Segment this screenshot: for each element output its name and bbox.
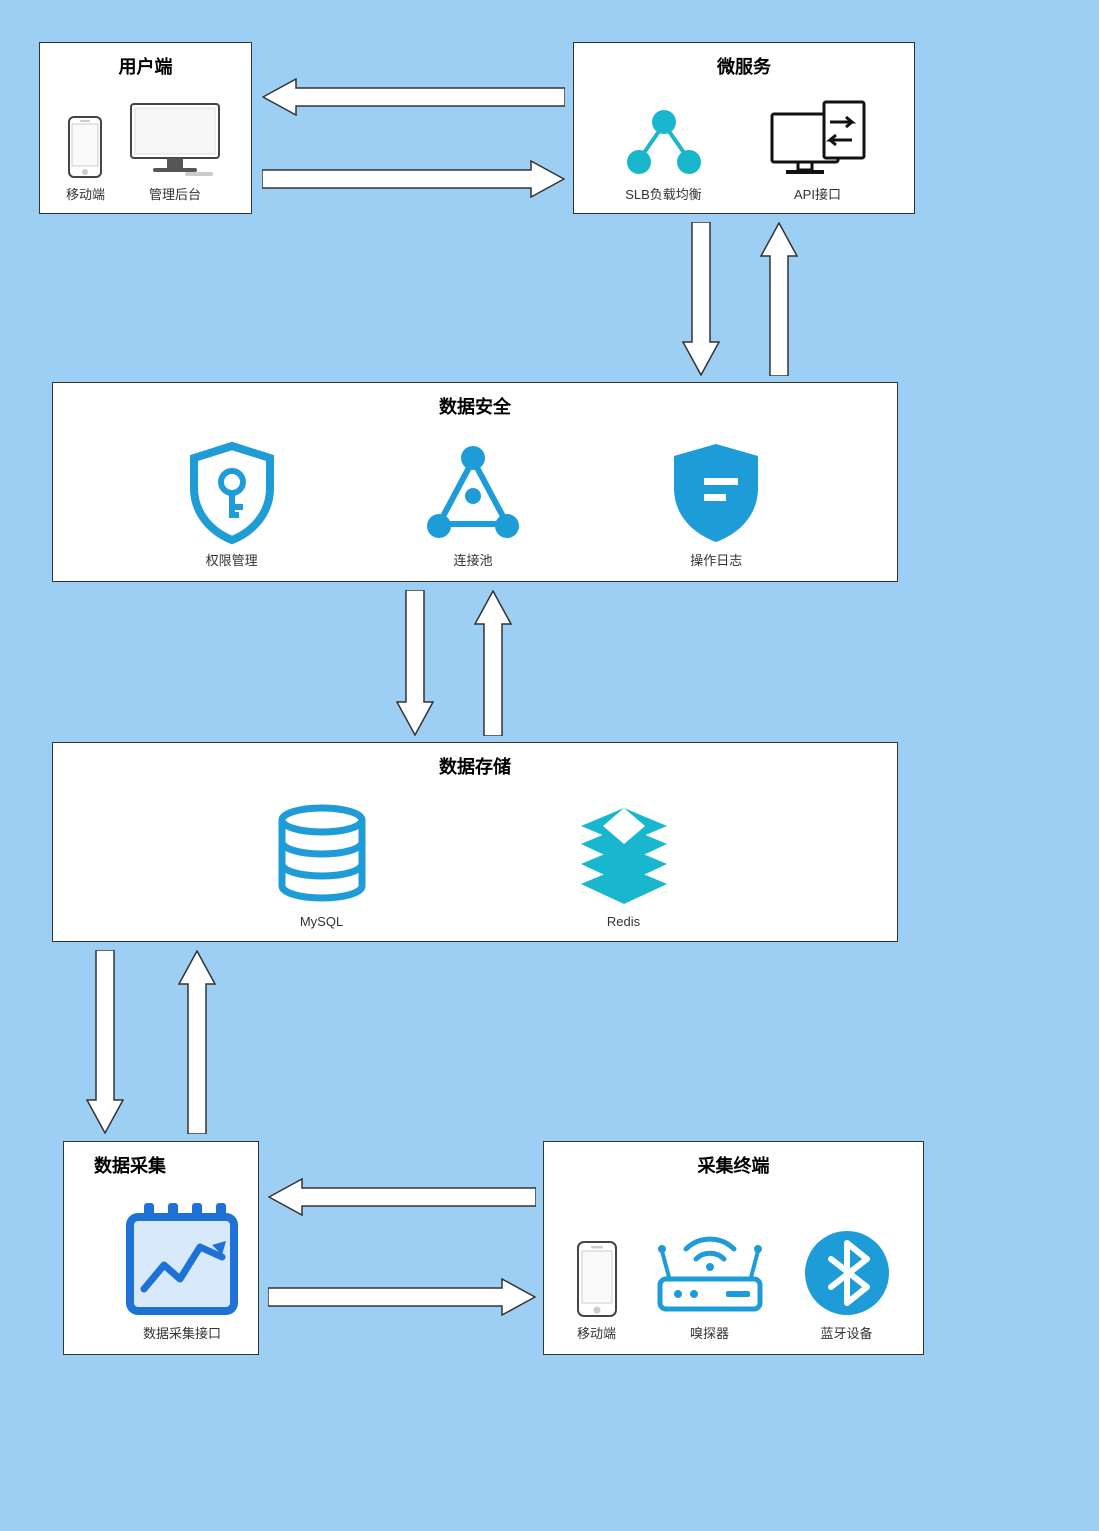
shield-key-icon (184, 440, 280, 544)
redis-icon (569, 804, 679, 908)
desktop-icon (125, 100, 225, 178)
loadbalancer-icon (621, 106, 707, 178)
security-item-pool: 连接池 (421, 440, 525, 569)
phone-icon (68, 116, 102, 178)
client-item-mobile: 移动端 (66, 116, 105, 203)
security-title: 数据安全 (53, 383, 897, 423)
collect-api-icon (122, 1199, 242, 1317)
arrow-collect-to-terminal (268, 1278, 536, 1316)
security-item-permission: 权限管理 (184, 440, 280, 569)
microservice-box: 微服务 SLB负载均衡 API接口 (573, 42, 915, 214)
security-item-log-label: 操作日志 (666, 550, 766, 569)
terminal-title: 采集终端 (544, 1142, 923, 1182)
client-item-admin: 管理后台 (125, 100, 225, 203)
phone-icon (577, 1241, 617, 1317)
router-icon (650, 1221, 770, 1317)
arrow-client-to-microservice (262, 160, 565, 198)
terminal-box: 采集终端 移动端 (543, 1141, 924, 1355)
microservice-title: 微服务 (574, 43, 914, 83)
terminal-item-mobile: 移动端 (577, 1241, 617, 1342)
arrow-collect-to-storage (178, 950, 216, 1134)
microservice-item-slb: SLB负载均衡 (621, 106, 707, 203)
microservice-item-slb-label: SLB负载均衡 (621, 184, 707, 203)
terminal-item-mobile-label: 移动端 (577, 1323, 617, 1342)
terminal-item-bluetooth-label: 蓝牙设备 (803, 1323, 891, 1342)
connection-pool-icon (421, 440, 525, 544)
bluetooth-icon (803, 1229, 891, 1317)
collect-box: 数据采集 数据采集接口 (63, 1141, 259, 1355)
arrow-microservice-to-client (262, 78, 565, 116)
arrow-storage-to-security (474, 590, 512, 736)
collect-item-api: 数据采集接口 (122, 1199, 242, 1342)
terminal-item-bluetooth: 蓝牙设备 (803, 1229, 891, 1342)
security-item-pool-label: 连接池 (421, 550, 525, 569)
collect-title: 数据采集 (64, 1142, 258, 1182)
shield-log-icon (666, 440, 766, 544)
storage-item-redis: Redis (569, 804, 679, 929)
security-item-log: 操作日志 (666, 440, 766, 569)
api-icon (768, 100, 868, 178)
collect-item-api-label: 数据采集接口 (122, 1323, 242, 1342)
client-box: 用户端 移动端 管理后台 (39, 42, 252, 214)
arrow-security-to-microservice (760, 222, 798, 376)
storage-item-redis-label: Redis (569, 914, 679, 929)
security-item-permission-label: 权限管理 (184, 550, 280, 569)
terminal-item-sniffer-label: 嗅探器 (650, 1323, 770, 1342)
arrow-security-to-storage (396, 590, 434, 736)
arrow-storage-to-collect (86, 950, 124, 1134)
microservice-item-api-label: API接口 (768, 184, 868, 203)
storage-title: 数据存储 (53, 743, 897, 783)
storage-box: 数据存储 MySQL (52, 742, 898, 942)
database-icon (272, 804, 372, 908)
arrow-terminal-to-collect (268, 1178, 536, 1216)
storage-item-mysql: MySQL (272, 804, 372, 929)
microservice-item-api: API接口 (768, 100, 868, 203)
client-title: 用户端 (40, 43, 251, 83)
terminal-item-sniffer: 嗅探器 (650, 1221, 770, 1342)
client-item-admin-label: 管理后台 (125, 184, 225, 203)
storage-item-mysql-label: MySQL (272, 914, 372, 929)
security-box: 数据安全 权限管理 连接池 (52, 382, 898, 582)
arrow-microservice-to-security (682, 222, 720, 376)
client-item-mobile-label: 移动端 (66, 184, 105, 203)
